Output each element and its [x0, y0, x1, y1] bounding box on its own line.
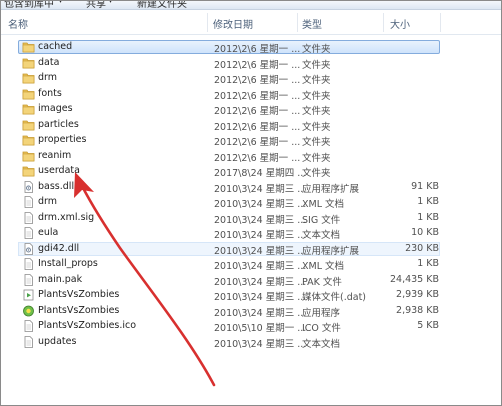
arrow-shaft: [80, 184, 216, 387]
arrow-head: [74, 172, 94, 198]
annotation-arrow: [74, 172, 216, 387]
